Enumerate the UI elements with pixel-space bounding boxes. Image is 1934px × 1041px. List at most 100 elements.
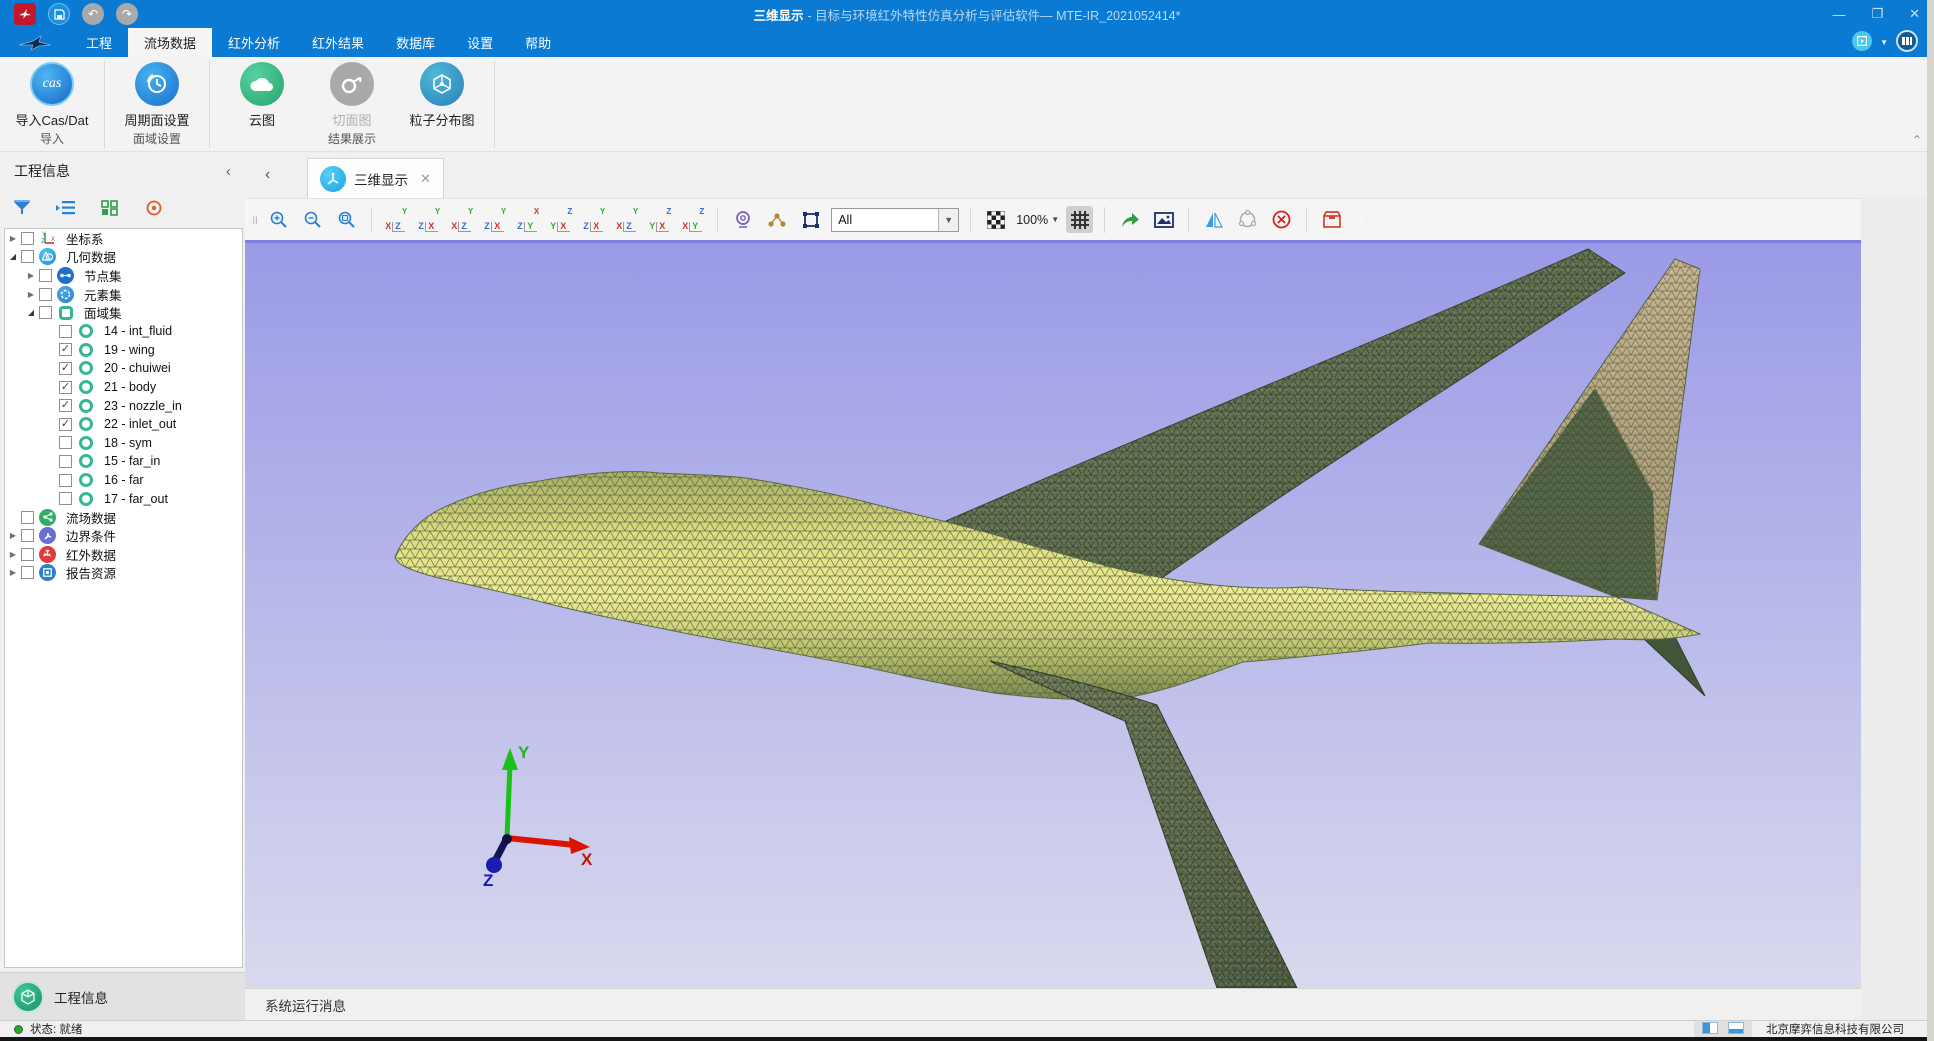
save-icon[interactable] xyxy=(48,3,70,25)
tree-item[interactable]: 14 - int_fluid xyxy=(5,322,242,341)
tree-expander[interactable]: ▶ xyxy=(25,271,37,280)
maximize-button[interactable]: ❐ xyxy=(1871,6,1883,22)
tree-expander[interactable]: ▶ xyxy=(7,568,19,577)
view-bottom-button[interactable]: Z YX xyxy=(548,208,574,232)
minimize-button[interactable]: — xyxy=(1832,7,1845,22)
tree-checkbox[interactable]: ✓ xyxy=(59,343,72,356)
menu-tab-0[interactable]: 工程 xyxy=(70,28,128,57)
library-icon[interactable] xyxy=(1896,30,1918,52)
tree-item[interactable]: ▶ 节点集 xyxy=(5,266,242,285)
tree-checkbox[interactable]: ✓ xyxy=(59,381,72,394)
menu-tab-5[interactable]: 设置 xyxy=(451,28,509,57)
view-iso-4-button[interactable]: Z XY xyxy=(680,208,706,232)
filter-icon[interactable] xyxy=(10,196,34,220)
tree-checkbox[interactable] xyxy=(21,548,34,561)
tree-checkbox[interactable]: ✓ xyxy=(59,399,72,412)
tree-item[interactable]: ◢ 面域集 xyxy=(5,303,242,322)
region-filter-combo[interactable]: All ▼ xyxy=(831,208,959,232)
tree-item[interactable]: 18 - sym xyxy=(5,434,242,453)
molecule-icon[interactable] xyxy=(763,206,790,233)
tree-expander[interactable]: ◢ xyxy=(7,252,19,261)
layout-left-icon[interactable] xyxy=(1702,1022,1718,1037)
grid-squares-icon[interactable] xyxy=(98,196,122,220)
tree-item[interactable]: ▶ 红外数据 xyxy=(5,545,242,564)
package-icon[interactable] xyxy=(1318,206,1345,233)
menu-tab-3[interactable]: 红外结果 xyxy=(296,28,380,57)
tree-checkbox[interactable] xyxy=(21,250,34,263)
tab-scroll-left-button[interactable]: ‹ xyxy=(265,166,270,184)
tree-checkbox[interactable] xyxy=(21,566,34,579)
zoom-fit-icon[interactable] xyxy=(333,206,360,233)
tree-item[interactable]: ✓ 22 - inlet_out xyxy=(5,415,242,434)
tree-checkbox[interactable] xyxy=(59,455,72,468)
tree-expander[interactable]: ▶ xyxy=(25,290,37,299)
cancel-icon[interactable] xyxy=(1268,206,1295,233)
mirror-icon[interactable] xyxy=(1200,206,1227,233)
ribbon-button[interactable]: 云图 xyxy=(220,62,304,129)
view-front-button[interactable]: Y XZ xyxy=(383,208,409,232)
view-back-button[interactable]: Y ZX xyxy=(416,208,442,232)
tree-checkbox[interactable] xyxy=(59,492,72,505)
zoom-in-icon[interactable] xyxy=(265,206,292,233)
tab-3d-view[interactable]: 三维显示 ✕ xyxy=(307,158,444,198)
view-left-button[interactable]: Y XZ xyxy=(449,208,475,232)
theme-icon[interactable] xyxy=(1852,31,1872,51)
tree-checkbox[interactable] xyxy=(21,232,34,245)
ribbon-collapse-button[interactable]: ⌃ xyxy=(1912,133,1922,147)
tree-item[interactable]: ▶ 元素集 xyxy=(5,285,242,304)
probe-icon[interactable] xyxy=(729,206,756,233)
menu-tab-4[interactable]: 数据库 xyxy=(380,28,451,57)
menu-tab-2[interactable]: 红外分析 xyxy=(212,28,296,57)
tree-expander[interactable]: ◢ xyxy=(25,308,37,317)
caret-down-icon[interactable]: ▼ xyxy=(1352,206,1379,233)
export-arrow-icon[interactable] xyxy=(1116,206,1143,233)
snapshot-icon[interactable] xyxy=(1150,206,1177,233)
tree-checkbox[interactable] xyxy=(59,325,72,338)
tree-item[interactable]: 流场数据 xyxy=(5,508,242,527)
tree-expander[interactable]: ▶ xyxy=(7,234,19,243)
tree-item[interactable]: 15 - far_in xyxy=(5,452,242,471)
tree-item[interactable]: ▶ 边界条件 xyxy=(5,527,242,546)
locate-icon[interactable] xyxy=(142,196,166,220)
tree-item[interactable]: ✓ 21 - body xyxy=(5,378,242,397)
tree-item[interactable]: ✓ 20 - chuiwei xyxy=(5,359,242,378)
tree-checkbox[interactable] xyxy=(21,529,34,542)
tree-checkbox[interactable] xyxy=(39,269,52,282)
tree-checkbox[interactable] xyxy=(21,511,34,524)
ribbon-button[interactable]: cas 导入Cas/Dat xyxy=(10,62,94,129)
menu-tab-6[interactable]: 帮助 xyxy=(509,28,567,57)
redo-icon[interactable]: ↷ xyxy=(116,3,138,25)
tree-checkbox[interactable] xyxy=(39,288,52,301)
menu-tab-1[interactable]: 流场数据 xyxy=(128,28,212,57)
view-right-button[interactable]: Y ZX xyxy=(482,208,508,232)
mesh-grid-icon[interactable] xyxy=(1066,206,1093,233)
view-iso-3-button[interactable]: Z YX xyxy=(647,208,673,232)
tree-item[interactable]: 16 - far xyxy=(5,471,242,490)
view-top-button[interactable]: X ZY xyxy=(515,208,541,232)
close-button[interactable]: ✕ xyxy=(1909,6,1920,22)
checker-icon[interactable] xyxy=(982,206,1009,233)
tree-item[interactable]: 17 - far_out xyxy=(5,489,242,508)
tab-close-icon[interactable]: ✕ xyxy=(420,171,431,187)
toolbar-drag-handle[interactable]: ॥ xyxy=(251,211,258,229)
tree-checkbox[interactable] xyxy=(59,474,72,487)
layout-bottom-icon[interactable] xyxy=(1728,1022,1744,1037)
zoom-out-icon[interactable] xyxy=(299,206,326,233)
view-iso-1-button[interactable]: Y ZX xyxy=(581,208,607,232)
box-select-icon[interactable] xyxy=(797,206,824,233)
tree-checkbox[interactable] xyxy=(39,306,52,319)
tree-item[interactable]: ◢ 几何数据 xyxy=(5,248,242,267)
view-iso-2-button[interactable]: Y XZ xyxy=(614,208,640,232)
tree-checkbox[interactable]: ✓ xyxy=(59,418,72,431)
undo-icon[interactable]: ↶ xyxy=(82,3,104,25)
caret-down-icon[interactable]: ▼ xyxy=(1880,32,1888,50)
panel-footer[interactable]: 工程信息 xyxy=(0,972,245,1020)
ribbon-button[interactable]: 周期面设置 xyxy=(115,62,199,129)
app-icon[interactable] xyxy=(14,3,36,25)
zoom-level-dropdown[interactable]: 100%▼ xyxy=(1016,213,1059,227)
tree-item[interactable]: ▶YZX 坐标系 xyxy=(5,229,242,248)
tree-expander[interactable]: ▶ xyxy=(7,531,19,540)
viewport-3d[interactable]: Y X Z xyxy=(245,240,1861,988)
tree-checkbox[interactable]: ✓ xyxy=(59,362,72,375)
tree-checkbox[interactable] xyxy=(59,436,72,449)
